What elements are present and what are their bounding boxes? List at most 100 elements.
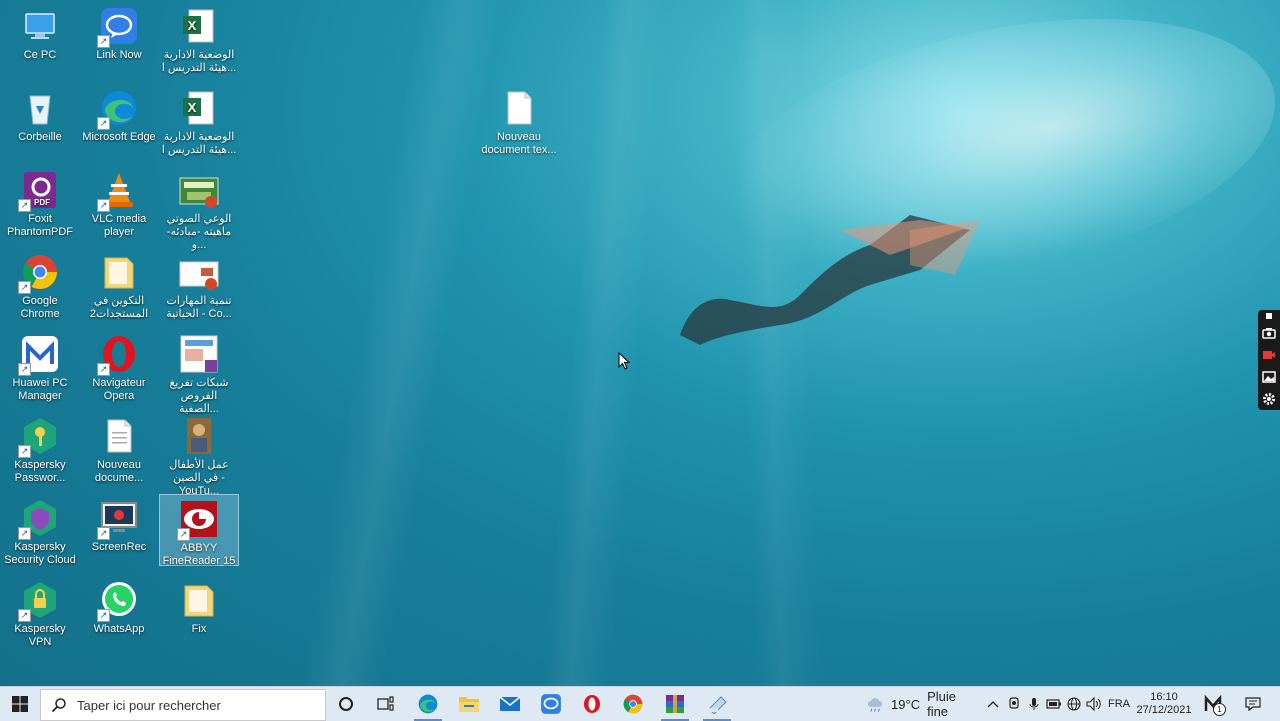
powerpoint-file-icon	[179, 170, 219, 210]
taskbar-chrome[interactable]	[613, 687, 653, 721]
tray-camera[interactable]	[1004, 687, 1024, 721]
notifications-icon	[1245, 697, 1261, 711]
shortcut-arrow-icon: ↗	[97, 527, 110, 540]
tray-volume[interactable]	[1084, 687, 1104, 721]
kaspersky-vpn-icon: ↗	[18, 580, 60, 622]
record-video-icon[interactable]	[1258, 344, 1280, 366]
icon-label: شبكات تفريغ الفروض الصفية...	[169, 377, 229, 415]
task-view-icon	[377, 696, 394, 711]
taskbar: 19°C Pluie fine FRA 16:10 27/12/2021 1	[0, 686, 1280, 721]
tray-huawei-manager[interactable]: 1	[1202, 687, 1228, 721]
video-thumbnail-icon	[179, 416, 219, 456]
desktop-icon-screenrec[interactable]: ↗ ScreenRec	[79, 494, 159, 564]
taskbar-search-box[interactable]	[40, 689, 326, 721]
desktop-icon-whatsapp[interactable]: ↗ WhatsApp	[79, 576, 159, 638]
windows-logo-icon	[12, 696, 28, 712]
shortcut-arrow-icon: ↗	[18, 527, 31, 540]
settings-gear-icon[interactable]	[1258, 388, 1280, 410]
desktop-icon-abbyy[interactable]: ↗ ABBYY FineReader 15	[159, 494, 239, 567]
tray-battery[interactable]	[1044, 687, 1064, 721]
desktop-icon-ce-pc[interactable]: Ce PC	[0, 2, 80, 72]
excel-file-icon: X	[179, 6, 219, 46]
computer-icon	[20, 6, 60, 46]
desktop-icon-xlsx-2[interactable]: X الوضعية الادارية هيئة التدريس ا...	[159, 84, 239, 158]
desktop-icon-youtube-shortcut[interactable]: عمل الأطفال في الصين - YouTu...	[159, 412, 239, 497]
desktop-icon-ppt-1[interactable]: الوعي الصوتي ماهيته -مبادئه-و...	[159, 166, 239, 251]
vlc-cone-icon: ↗	[97, 170, 139, 212]
cortana-button[interactable]	[326, 687, 366, 721]
desktop-icon-link-now[interactable]: ↗ Link Now	[79, 2, 159, 72]
desktop-icon-opera[interactable]: ↗ Navigateur Opera	[79, 330, 159, 404]
abbyy-icon: ↗	[177, 499, 219, 541]
icon-label: Microsoft Edge	[82, 131, 156, 143]
desktop-icon-ppt-2[interactable]: تنمية المهارات الحياتية - Co...	[159, 248, 239, 322]
language-indicator: FRA	[1108, 698, 1130, 710]
speaker-icon	[1086, 697, 1101, 711]
icon-label: الوعي الصوتي ماهيته -مبادئه-و...	[166, 213, 232, 251]
taskbar-winrar[interactable]	[655, 687, 695, 721]
notification-badge: 1	[1213, 703, 1226, 716]
icon-label: Ce PC	[23, 49, 57, 61]
shortcut-arrow-icon: ↗	[97, 35, 110, 48]
search-input[interactable]	[75, 696, 319, 714]
tray-microphone[interactable]	[1024, 687, 1044, 721]
taskbar-edge[interactable]	[408, 687, 448, 721]
icon-label: التكوين في المستجدات2	[89, 295, 149, 320]
desktop-icon-document-thumbnail[interactable]: شبكات تفريغ الفروض الصفية...	[159, 330, 239, 415]
shortcut-arrow-icon: ↗	[18, 363, 31, 376]
clock-button[interactable]: 16:10 27/12/2021	[1134, 687, 1194, 721]
shortcut-arrow-icon: ↗	[18, 609, 31, 622]
desktop-icon-nouveau-document[interactable]: Nouveau docume...	[79, 412, 159, 486]
desktop-icon-kaspersky-password[interactable]: ↗ Kaspersky Passwor...	[0, 412, 80, 486]
svg-text:PDF: PDF	[34, 198, 50, 207]
desktop-icon-fix[interactable]: Fix	[159, 576, 239, 638]
mail-icon	[499, 696, 521, 711]
taskbar-link-now[interactable]	[531, 687, 571, 721]
icon-label: Nouveau document tex...	[481, 131, 557, 156]
taskbar-screenrec[interactable]	[697, 687, 737, 721]
text-file-icon	[99, 416, 139, 456]
folder-icon	[179, 580, 219, 620]
taskbar-file-explorer[interactable]	[449, 687, 489, 721]
desktop-icon-vlc[interactable]: ↗ VLC media player	[79, 166, 159, 238]
icon-label: Navigateur Opera	[92, 377, 146, 402]
recorder-pin-icon[interactable]	[1258, 310, 1280, 322]
desktop-icon-foxit[interactable]: PDF ↗ Foxit PhantomPDF	[0, 166, 80, 240]
show-hidden-icons-button[interactable]	[984, 687, 1002, 721]
desktop-icon-chrome[interactable]: ↗ Google Chrome	[0, 248, 80, 320]
camera-icon[interactable]	[1258, 322, 1280, 344]
mouse-cursor-icon	[618, 352, 631, 370]
taskbar-opera[interactable]	[572, 687, 612, 721]
weather-widget[interactable]: 19°C Pluie fine	[866, 687, 978, 721]
desktop-icon-huawei[interactable]: ↗ Huawei PC Manager	[0, 330, 80, 404]
icon-label: ScreenRec	[91, 541, 147, 553]
svg-text:X: X	[188, 100, 197, 115]
icon-label: Link Now	[96, 49, 142, 61]
desktop-icon-edge[interactable]: ↗ Microsoft Edge	[79, 84, 159, 154]
icon-label: Huawei PC Manager	[12, 377, 68, 402]
tray-network[interactable]	[1064, 687, 1084, 721]
icon-label: VLC media player	[91, 213, 147, 238]
weather-temperature: 19°C	[891, 696, 921, 712]
icon-label: Kaspersky Security Cloud	[4, 541, 76, 566]
desktop-icon-xlsx-1[interactable]: X الوضعية الادارية هيئة التدريس ا...	[159, 2, 239, 76]
foxit-pdf-icon: PDF ↗	[18, 170, 60, 212]
edge-icon	[418, 694, 438, 714]
task-view-button[interactable]	[366, 687, 406, 721]
gallery-icon[interactable]	[1258, 366, 1280, 388]
desktop-icon-corbeille[interactable]: Corbeille	[0, 84, 80, 154]
text-file-icon	[499, 88, 539, 128]
icon-label: عمل الأطفال في الصين - YouTu...	[169, 459, 229, 497]
globe-network-icon	[1067, 697, 1081, 711]
microphone-icon	[1029, 698, 1039, 710]
input-language-button[interactable]: FRA	[1106, 687, 1132, 721]
action-center-button[interactable]	[1238, 687, 1268, 721]
icon-label: ABBYY FineReader 15	[162, 542, 236, 567]
taskbar-mail[interactable]	[490, 687, 530, 721]
desktop-icon-kaspersky-vpn[interactable]: ↗ Kaspersky VPN	[0, 576, 80, 648]
desktop-icon-kaspersky-security-cloud[interactable]: ↗ Kaspersky Security Cloud	[0, 494, 80, 568]
start-button[interactable]	[0, 687, 40, 721]
desktop-icon-nouveau-document-texte[interactable]: Nouveau document tex...	[479, 84, 559, 158]
diver-illustration	[680, 215, 980, 345]
desktop-icon-folder-1[interactable]: التكوين في المستجدات2	[79, 248, 159, 322]
